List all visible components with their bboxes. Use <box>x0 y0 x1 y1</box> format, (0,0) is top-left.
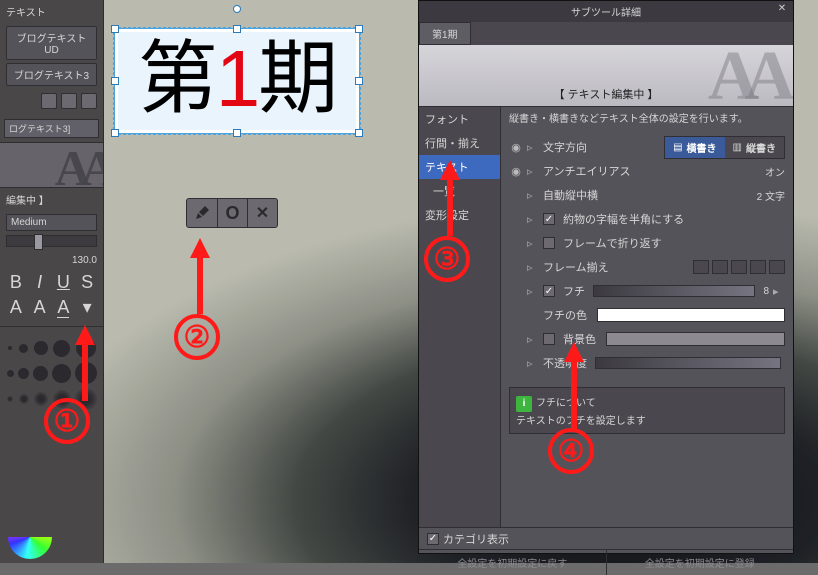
help-box: iフチについて テキストのフチを設定します <box>509 387 785 434</box>
preset-button-1[interactable]: ブログテキストUD <box>6 26 97 60</box>
resize-handle[interactable] <box>111 77 119 85</box>
close-icon[interactable]: ✕ <box>775 3 789 17</box>
duplicate-icon[interactable] <box>61 93 77 109</box>
expand-icon[interactable]: ▹ <box>527 165 539 178</box>
row-bg-color: ▹ 背景色 <box>509 327 785 351</box>
row-text-direction: ◉ ▹ 文字方向 ▤横書き ▥縦書き <box>509 135 785 159</box>
size-slider[interactable] <box>6 235 97 247</box>
row-opacity: ▹ 不透明度 <box>509 351 785 375</box>
panel-titlebar[interactable]: サブツール詳細 ✕ <box>419 1 793 22</box>
edge-value[interactable]: 8 <box>763 286 769 297</box>
visibility-icon[interactable]: ◉ <box>509 165 523 178</box>
resize-handle[interactable] <box>355 77 363 85</box>
category-line[interactable]: 行間・揃え <box>419 131 500 155</box>
framewrap-checkbox[interactable] <box>543 237 555 249</box>
subtool-detail-panel: サブツール詳細 ✕ 第1期 【 テキスト編集中 】 フォント 行間・揃え テキス… <box>418 0 794 554</box>
expand-icon[interactable]: ▹ <box>527 189 539 202</box>
bold-button[interactable]: B <box>6 272 26 293</box>
row-edge: ▹ フチ 8 ▸ <box>509 279 785 303</box>
color-wheel[interactable] <box>4 511 64 559</box>
resize-handle[interactable] <box>355 129 363 137</box>
direction-segmented[interactable]: ▤横書き ▥縦書き <box>664 136 785 159</box>
tool-label: テキスト <box>0 0 103 23</box>
cancel-button[interactable]: ✕ <box>247 199 277 227</box>
edge-color-swatch[interactable] <box>597 308 785 322</box>
expand-icon[interactable]: ▹ <box>527 213 539 226</box>
font-size-value: 130.0 <box>0 251 103 270</box>
trash-icon[interactable] <box>81 93 97 109</box>
strike-button[interactable]: S <box>77 272 97 293</box>
settings-description: 縦書き・横書きなどテキスト全体の設定を行います。 <box>509 113 785 127</box>
expand-icon[interactable]: ▹ <box>527 285 539 298</box>
text-confirm-bar: O ✕ <box>186 198 278 228</box>
expand-icon[interactable]: ▹ <box>527 261 539 274</box>
resize-handle[interactable] <box>233 25 241 33</box>
panel-title: サブツール詳細 <box>571 8 641 19</box>
font-preview <box>0 142 103 188</box>
row-frame-wrap: ▹ フレームで折り返す <box>509 231 785 255</box>
style-buttons-row: B I U S <box>0 270 103 295</box>
frame-align-icons[interactable] <box>693 260 785 274</box>
italic-button[interactable]: I <box>30 272 50 293</box>
category-list: フォント 行間・揃え テキスト 一覧 変形設定 <box>419 107 501 527</box>
font-weight-dropdown[interactable]: Medium <box>6 214 97 231</box>
row-frame-align: ▹ フレーム揃え <box>509 255 785 279</box>
expand-icon[interactable]: ▹ <box>527 237 539 250</box>
clipboard-icon[interactable] <box>41 93 57 109</box>
bg-checkbox[interactable] <box>543 333 555 345</box>
expand-icon[interactable]: ▹ <box>527 141 539 154</box>
halfwidth-checkbox[interactable] <box>543 213 555 225</box>
resize-handle[interactable] <box>355 25 363 33</box>
resize-handle[interactable] <box>233 129 241 137</box>
opacity-slider[interactable] <box>595 357 781 369</box>
panel-footer-buttons: 全設定を初期設定に戻す 全設定を初期設定に登録 <box>419 549 793 575</box>
edge-checkbox[interactable] <box>543 285 555 297</box>
underline-button[interactable]: U <box>54 272 74 293</box>
glyph-a3[interactable]: A <box>54 297 74 318</box>
visibility-icon[interactable]: ◉ <box>509 141 523 154</box>
row-auto-vh: ▹ 自動縦中横 2 文字 <box>509 183 785 207</box>
row-antialias: ◉ ▹ アンチエイリアス オン <box>509 159 785 183</box>
row-edge-color: フチの色 <box>509 303 785 327</box>
rotate-handle[interactable] <box>233 5 241 13</box>
category-text[interactable]: テキスト <box>419 155 500 179</box>
left-sidebar: テキスト ブログテキストUD ブログテキスト3 ログテキスト3] 編集中 】 M… <box>0 0 104 563</box>
horizontal-option: ▤横書き <box>665 137 724 158</box>
category-transform[interactable]: 変形設定 <box>419 203 500 227</box>
glyph-menu[interactable]: ▾ <box>77 297 97 318</box>
settings-area: 縦書き・横書きなどテキスト全体の設定を行います。 ◉ ▹ 文字方向 ▤横書き ▥… <box>501 107 793 527</box>
row-halfwidth: ▹ 約物の字幅を半角にする <box>509 207 785 231</box>
resize-handle[interactable] <box>111 25 119 33</box>
confirm-button[interactable]: O <box>217 199 247 227</box>
category-list-item[interactable]: 一覧 <box>419 179 500 203</box>
preset-button-2[interactable]: ブログテキスト3 <box>6 63 97 86</box>
panel-footer-categories: カテゴリ表示 <box>419 527 793 549</box>
editing-status: 編集中 】 <box>0 188 103 211</box>
info-icon: i <box>516 396 532 412</box>
panel-tab[interactable]: 第1期 <box>419 22 471 45</box>
brush-size-grid[interactable] <box>0 332 103 416</box>
edit-text-button[interactable] <box>187 199 217 227</box>
panel-banner: 【 テキスト編集中 】 <box>419 45 793 107</box>
category-toggle[interactable] <box>427 533 439 545</box>
category-font[interactable]: フォント <box>419 107 500 131</box>
text-object[interactable]: 第1期 <box>114 28 360 134</box>
style-buttons-row2: A A A ▾ <box>0 295 103 320</box>
bg-color-swatch[interactable] <box>606 332 785 346</box>
antialias-value[interactable]: オン <box>765 164 785 179</box>
panel-tabs: 第1期 <box>419 22 793 45</box>
glyph-a2[interactable]: A <box>30 297 50 318</box>
resize-handle[interactable] <box>111 129 119 137</box>
preset-tab[interactable]: ログテキスト3] <box>4 119 99 138</box>
edge-slider[interactable] <box>593 285 755 297</box>
glyph-a1[interactable]: A <box>6 297 26 318</box>
text-content: 第1期 <box>115 29 359 130</box>
vertical-option: ▥縦書き <box>725 137 784 158</box>
